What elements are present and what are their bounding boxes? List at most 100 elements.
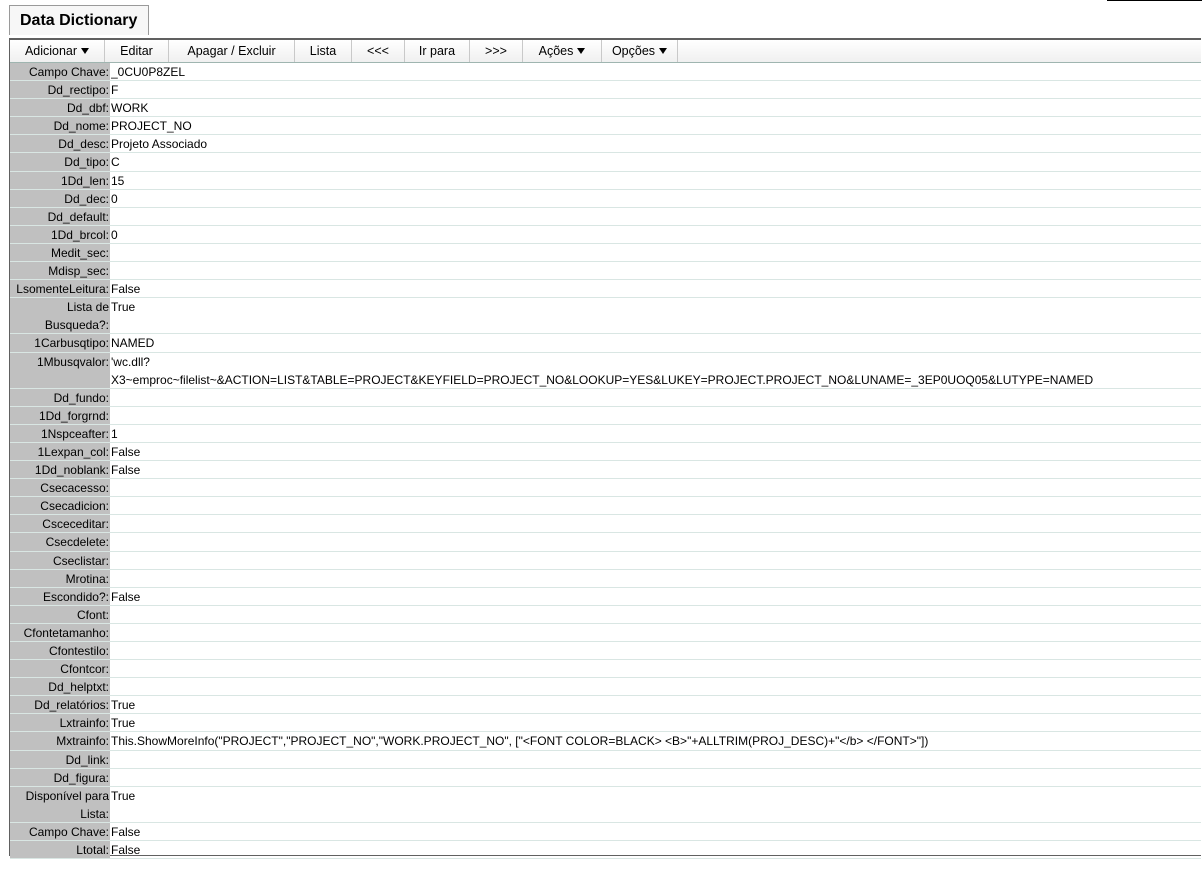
field-row: Medit_sec: bbox=[10, 243, 1201, 263]
label-colon: : bbox=[105, 173, 109, 188]
field-label: 1Carbusqtipo: bbox=[10, 334, 110, 352]
field-label-text: Cfontetamanho bbox=[23, 625, 106, 640]
field-row: LsomenteLeitura: False bbox=[10, 280, 1201, 299]
field-value-text: True bbox=[111, 300, 136, 315]
menu-opcoes[interactable]: Opções bbox=[602, 40, 678, 62]
label-colon: : bbox=[105, 209, 109, 224]
field-label: Dd_nome: bbox=[10, 117, 110, 135]
field-label: Escondido?: bbox=[10, 587, 110, 605]
field-label: Cseclistar: bbox=[10, 551, 110, 569]
label-colon: : bbox=[105, 354, 109, 369]
field-value-text: This.ShowMoreInfo("PROJECT","PROJECT_NO"… bbox=[111, 734, 929, 749]
menu-lista[interactable]: Lista bbox=[295, 40, 352, 62]
menu-next[interactable]: >>> bbox=[470, 40, 523, 62]
menu-editar[interactable]: Editar bbox=[105, 40, 169, 62]
field-label: Mdisp_sec: bbox=[10, 262, 110, 280]
top-right-rule bbox=[1107, 0, 1202, 1]
field-label-text: Dd_desc bbox=[58, 137, 106, 152]
label-colon: : bbox=[105, 589, 109, 604]
field-value: True bbox=[111, 714, 1201, 732]
field-label-text: Ltotal bbox=[76, 843, 106, 858]
field-label: Mrotina: bbox=[10, 569, 110, 587]
field-label-text: Cfontcor bbox=[60, 662, 106, 677]
field-label-text: Escondido? bbox=[42, 589, 106, 604]
field-value-text: NAMED bbox=[111, 336, 155, 351]
field-label-text: Medit_sec bbox=[50, 245, 106, 260]
field-row: Mrotina: bbox=[10, 569, 1201, 588]
record-fields: Campo Chave: _0CU0P8ZEL Dd_rectipo: F Dd_dbf… bbox=[10, 63, 1201, 860]
label-colon: : bbox=[105, 336, 109, 351]
data-dictionary-tab[interactable]: Data Dictionary bbox=[9, 5, 149, 35]
label-colon: : bbox=[105, 83, 109, 98]
field-value: False bbox=[111, 280, 1201, 298]
field-label: 1Dd_len: bbox=[10, 171, 110, 189]
field-label-text: LsomenteLeitura bbox=[16, 282, 106, 297]
caret-down-icon bbox=[577, 48, 586, 54]
label-colon: : bbox=[105, 65, 109, 79]
field-label-text: Dd_helptxt bbox=[48, 680, 106, 695]
field-label-text: 1Dd_noblank bbox=[34, 463, 106, 478]
menu-ir-para[interactable]: Ir para bbox=[405, 40, 470, 62]
field-label: 1Dd_forgrnd: bbox=[10, 406, 110, 424]
field-row: Disponível para Lista: True bbox=[10, 786, 1201, 823]
field-row: Csecadicion: bbox=[10, 497, 1201, 516]
field-label: 1Nspceafter: bbox=[10, 424, 110, 442]
field-row: Cfontcor: bbox=[10, 660, 1201, 679]
field-label: Dd_default: bbox=[10, 207, 110, 225]
field-value-text: False bbox=[111, 843, 141, 858]
field-value-text: 15 bbox=[111, 173, 125, 188]
label-colon: : bbox=[105, 698, 109, 713]
field-label: Lista de Busqueda?: bbox=[10, 298, 110, 334]
menu-acoes[interactable]: Ações bbox=[523, 40, 602, 62]
field-label: Csecadicion: bbox=[10, 497, 110, 515]
label-colon: : bbox=[105, 770, 109, 785]
field-row: Dd_fundo: bbox=[10, 388, 1201, 407]
label-colon: : bbox=[105, 680, 109, 695]
field-label: LsomenteLeitura: bbox=[10, 280, 110, 298]
field-label: Dd_figura: bbox=[10, 768, 110, 786]
field-value-text: WORK bbox=[111, 101, 149, 116]
label-colon: : bbox=[105, 101, 109, 116]
field-row: Dd_link: bbox=[10, 750, 1201, 769]
field-label-text: Mdisp_sec bbox=[48, 264, 106, 279]
field-row: Lxtrainfo: True bbox=[10, 714, 1201, 733]
field-label-text: Mxtrainfo bbox=[56, 734, 106, 749]
field-value: This.ShowMoreInfo("PROJECT","PROJECT_NO"… bbox=[111, 732, 1201, 750]
field-label-text: Disponível para Lista bbox=[25, 788, 109, 821]
label-colon: : bbox=[105, 499, 109, 514]
label-colon: : bbox=[105, 408, 109, 423]
menu-label: Editar bbox=[120, 44, 153, 58]
label-colon: : bbox=[105, 426, 109, 441]
menu-label: Lista bbox=[309, 44, 337, 58]
field-label-text: Cseclistar bbox=[52, 553, 106, 568]
field-row: Csecdelete: bbox=[10, 533, 1201, 552]
field-label: Csecdelete: bbox=[10, 533, 110, 551]
label-colon: : bbox=[105, 662, 109, 677]
label-colon: : bbox=[105, 191, 109, 206]
label-colon: : bbox=[105, 318, 109, 333]
field-label-text: Mrotina bbox=[65, 571, 106, 586]
menu-adicionar[interactable]: Adicionar bbox=[10, 40, 105, 62]
field-label: Campo Chave: bbox=[10, 63, 110, 81]
label-colon: : bbox=[105, 644, 109, 658]
field-row: Cfontetamanho: bbox=[10, 623, 1201, 642]
field-label-text: 1Carbusqtipo bbox=[34, 336, 106, 351]
menu-apagar-excluir[interactable]: Apagar / Excluir bbox=[169, 40, 295, 62]
field-value-text: PROJECT_NO bbox=[111, 119, 192, 134]
field-row: 1Dd_len: 15 bbox=[10, 171, 1201, 190]
field-row: Campo Chave: _0CU0P8ZEL bbox=[10, 63, 1201, 82]
field-row: 1Lexpan_col: False bbox=[10, 442, 1201, 462]
field-value: WORK bbox=[111, 99, 1201, 117]
field-label: Cfontetamanho: bbox=[10, 623, 110, 641]
field-label-text: Dd_rectipo bbox=[47, 83, 106, 98]
field-row: Csceceditar: bbox=[10, 515, 1201, 534]
field-label: 1Lexpan_col: bbox=[10, 442, 110, 461]
field-label-text: 1Nspceafter bbox=[40, 426, 106, 441]
menu-previous[interactable]: <<< bbox=[352, 40, 405, 62]
field-value: 1 bbox=[111, 425, 1201, 443]
field-value-text: C bbox=[111, 155, 120, 170]
label-colon: : bbox=[105, 463, 109, 478]
field-label-text: Dd_relatórios bbox=[34, 698, 106, 713]
field-value-text: F bbox=[111, 83, 119, 98]
label-colon: : bbox=[105, 607, 109, 622]
